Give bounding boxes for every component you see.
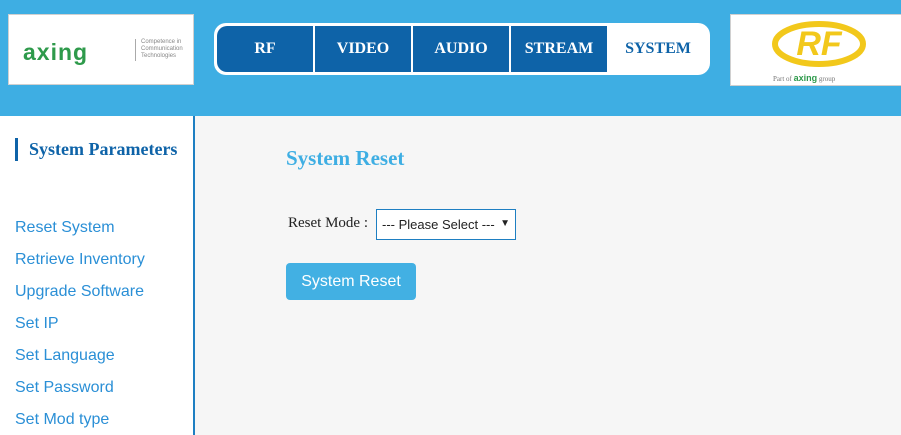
system-reset-button[interactable]: System Reset	[286, 263, 416, 300]
dropdown-caret-icon: ▼	[500, 218, 510, 229]
reset-mode-label: Reset Mode :	[288, 215, 368, 231]
rf-logo-text: RF	[796, 25, 843, 63]
tab-system[interactable]: SYSTEM	[609, 26, 707, 72]
sidebar-item-set-ip[interactable]: Set IP	[15, 315, 59, 333]
part-of-axing-group: Part of axing group	[773, 73, 835, 83]
sidebar: System Parameters Reset System Retrieve …	[0, 116, 195, 435]
partof-suffix: group	[818, 75, 836, 83]
logo-tagline: Competence in Communication Technologies	[141, 39, 195, 60]
logo-divider	[135, 39, 136, 61]
axing-logo[interactable]: axing Competence in Communication Techno…	[8, 14, 194, 85]
page-title: System Reset	[286, 146, 405, 170]
sidebar-item-set-language[interactable]: Set Language	[15, 347, 115, 365]
sidebar-item-reset-system[interactable]: Reset System	[15, 219, 115, 237]
main-nav: RF VIDEO AUDIO STREAM SYSTEM	[214, 23, 710, 75]
axing-wordmark: axing	[23, 39, 89, 65]
sidebar-item-set-mod-type[interactable]: Set Mod type	[15, 411, 109, 429]
sidebar-title: System Parameters	[15, 138, 179, 161]
reset-mode-select[interactable]: --- Please Select --- ▼	[376, 209, 516, 240]
tagline-line: Communication	[141, 46, 183, 52]
tab-video[interactable]: VIDEO	[315, 26, 411, 72]
tab-audio[interactable]: AUDIO	[413, 26, 509, 72]
tab-rf[interactable]: RF	[217, 26, 313, 72]
sidebar-item-upgrade-software[interactable]: Upgrade Software	[15, 283, 144, 301]
tagline-line: Competence in	[141, 39, 182, 45]
tab-stream[interactable]: STREAM	[511, 26, 607, 72]
header-bar: axing Competence in Communication Techno…	[0, 0, 901, 116]
partof-brand: axing	[793, 73, 818, 83]
tagline-line: Technologies	[141, 53, 177, 59]
sidebar-item-retrieve-inventory[interactable]: Retrieve Inventory	[15, 251, 145, 269]
rf-partner-logo[interactable]: RF Part of axing group	[730, 14, 901, 86]
reset-mode-value: --- Please Select ---	[382, 217, 495, 232]
partof-prefix: Part of	[773, 75, 792, 83]
rf-logo-icon: RF	[772, 21, 866, 67]
sidebar-item-set-password[interactable]: Set Password	[15, 379, 114, 397]
